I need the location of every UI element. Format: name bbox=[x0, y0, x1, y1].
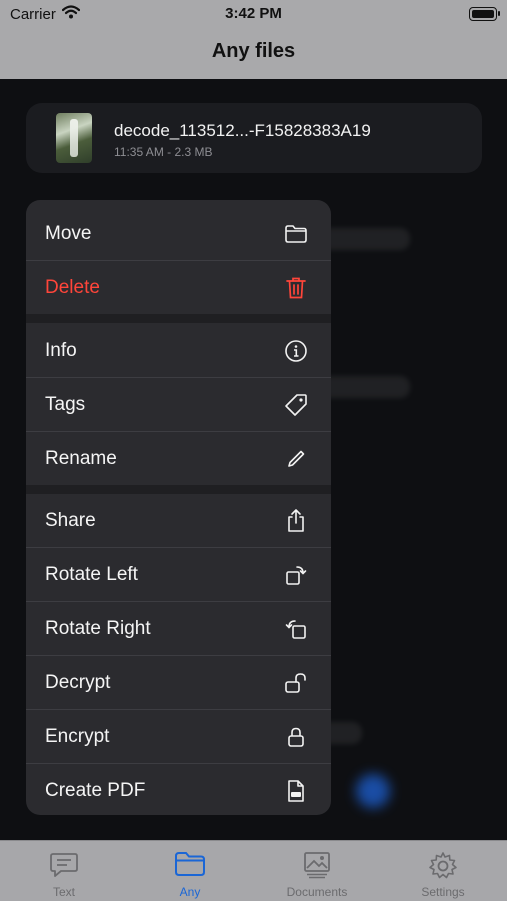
tab-label: Documents bbox=[286, 885, 348, 899]
tab-text[interactable]: Text bbox=[14, 841, 114, 901]
gear-icon bbox=[428, 851, 458, 886]
rotate-right-icon bbox=[283, 616, 309, 642]
tab-bar: Text Any Documents Settings bbox=[0, 840, 507, 901]
menu-item-label: Move bbox=[45, 222, 92, 244]
file-thumbnail bbox=[56, 113, 92, 163]
lock-icon bbox=[283, 724, 309, 750]
tab-any[interactable]: Any bbox=[140, 841, 240, 901]
tab-label: Settings bbox=[421, 885, 465, 899]
tab-label: Any bbox=[179, 885, 201, 899]
share-icon bbox=[283, 508, 309, 534]
text-bubble-icon bbox=[49, 851, 79, 884]
folder-icon bbox=[174, 851, 206, 882]
photo-stack-icon bbox=[302, 851, 332, 884]
menu-item-label: Share bbox=[45, 509, 96, 531]
menu-item-rotate-left[interactable]: Rotate Left bbox=[26, 548, 331, 601]
tab-documents[interactable]: Documents bbox=[267, 841, 367, 901]
menu-item-decrypt[interactable]: Decrypt bbox=[26, 656, 331, 709]
trash-icon bbox=[283, 275, 309, 301]
menu-item-move[interactable]: Move bbox=[26, 207, 331, 260]
menu-item-delete[interactable]: Delete bbox=[26, 261, 331, 314]
menu-item-label: Rotate Right bbox=[45, 617, 151, 639]
menu-section-gap bbox=[26, 314, 331, 323]
menu-item-label: Rename bbox=[45, 447, 117, 469]
menu-item-tags[interactable]: Tags bbox=[26, 378, 331, 431]
background-button bbox=[356, 774, 390, 808]
file-meta: 11:35 AM - 2.3 MB bbox=[114, 145, 213, 159]
tab-settings[interactable]: Settings bbox=[393, 841, 493, 901]
tab-label: Text bbox=[52, 885, 75, 899]
page-title: Any files bbox=[211, 40, 296, 62]
menu-item-label: Decrypt bbox=[45, 671, 111, 693]
menu-item-label: Info bbox=[45, 339, 77, 361]
info-icon bbox=[283, 338, 309, 364]
menu-item-label: Encrypt bbox=[45, 725, 110, 747]
context-menu: Move Delete Info Tags Rename Share Rotat… bbox=[26, 200, 331, 815]
menu-item-share[interactable]: Share bbox=[26, 494, 331, 547]
status-time: 3:42 PM bbox=[225, 5, 282, 22]
folder-icon bbox=[283, 221, 309, 247]
unlock-icon bbox=[283, 670, 309, 696]
menu-section-gap bbox=[26, 485, 331, 494]
menu-item-label: Rotate Left bbox=[45, 563, 138, 585]
menu-item-label: Tags bbox=[45, 393, 86, 415]
file-name: decode_113512...-F15828383A19 bbox=[114, 121, 371, 140]
pencil-icon bbox=[283, 446, 309, 472]
menu-item-label: Delete bbox=[45, 276, 100, 298]
status-bar: Carrier 3:42 PM bbox=[0, 0, 507, 28]
menu-item-rename[interactable]: Rename bbox=[26, 432, 331, 485]
top-bar: Carrier 3:42 PM Any files bbox=[0, 0, 507, 79]
menu-item-label: Create PDF bbox=[45, 779, 146, 801]
pdf-document-icon bbox=[283, 778, 309, 804]
menu-item-encrypt[interactable]: Encrypt bbox=[26, 710, 331, 763]
menu-item-info[interactable]: Info bbox=[26, 324, 331, 377]
battery-icon bbox=[469, 7, 500, 21]
rotate-left-icon bbox=[283, 562, 309, 588]
menu-item-rotate-right[interactable]: Rotate Right bbox=[26, 602, 331, 655]
tag-icon bbox=[283, 392, 309, 418]
menu-item-create-pdf[interactable]: Create PDF bbox=[26, 764, 331, 815]
file-card[interactable]: decode_113512...-F15828383A19 11:35 AM -… bbox=[26, 103, 482, 173]
